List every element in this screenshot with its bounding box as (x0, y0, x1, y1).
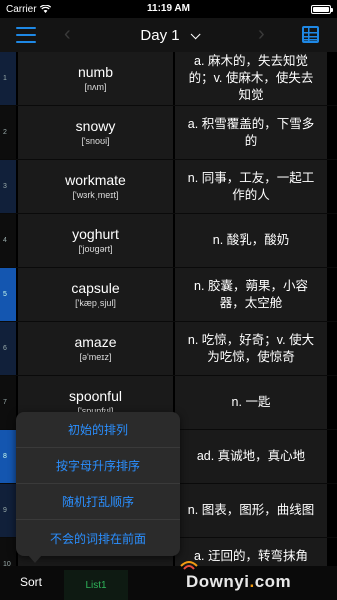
status-right (311, 4, 333, 14)
definition-cell[interactable]: a. 麻木的，失去知觉的；v. 使麻木，使失去知觉 (175, 52, 327, 105)
nav-title-label: Day 1 (140, 27, 180, 44)
status-time: 11:19 AM (147, 3, 190, 14)
phonetic-text: ['joʊgərt] (78, 244, 113, 254)
phonetic-text: ['wɜrkˌmeɪt] (72, 190, 119, 200)
word-cell[interactable]: numb [nʌm] (18, 52, 173, 105)
sort-alphabetical-option[interactable]: 按字母升序排序 (16, 448, 180, 484)
watermark-suffix: com (254, 572, 292, 591)
popup-pointer (28, 555, 42, 563)
battery-icon (311, 4, 333, 14)
status-bar: Carrier 11:19 AM (0, 0, 337, 18)
list-item[interactable]: 4 yoghurt ['joʊgərt] n. 酸乳，酸奶 (0, 214, 337, 268)
row-index: 7 (0, 376, 16, 429)
nav-bar: ‹ Day 1 › (0, 18, 337, 52)
sort-shuffle-option[interactable]: 随机打乱顺序 (16, 484, 180, 520)
word-text: yoghurt (72, 226, 119, 242)
next-day-icon[interactable]: › (258, 23, 265, 46)
word-text: snowy (75, 118, 116, 134)
watermark: Downyi.com (186, 572, 291, 592)
list-item[interactable]: 1 numb [nʌm] a. 麻木的，失去知觉的；v. 使麻木，使失去知觉 (0, 52, 337, 106)
table-view-icon[interactable] (302, 26, 319, 43)
word-cell[interactable]: snowy ['snoʊi] (18, 106, 173, 159)
day-selector[interactable]: Day 1 (0, 27, 337, 44)
phonetic-text: ['snoʊi] (81, 136, 110, 146)
watermark-brand: Downyi (186, 572, 250, 591)
list-item[interactable]: 5 capsule ['kæpˌsjul] n. 胶囊，蒴果，小容器，太空舱 (0, 268, 337, 322)
sort-original-order-option[interactable]: 初始的排列 (16, 412, 180, 448)
list-item[interactable]: 2 snowy ['snoʊi] a. 积雪覆盖的，下雪多的 (0, 106, 337, 160)
word-cell[interactable]: yoghurt ['joʊgərt] (18, 214, 173, 267)
watermark-logo-icon (180, 561, 198, 570)
row-index: 8 (0, 430, 16, 483)
word-text: capsule (71, 280, 120, 296)
definition-cell[interactable]: n. 同事，工友，一起工作的人 (175, 160, 327, 213)
sort-button[interactable]: Sort (20, 575, 42, 589)
phonetic-text: [ə'meɪz] (79, 352, 112, 362)
row-index: 2 (0, 106, 16, 159)
word-text: numb (77, 64, 114, 80)
definition-cell[interactable]: n. 胶囊，蒴果，小容器，太空舱 (175, 268, 327, 321)
word-cell[interactable]: amaze [ə'meɪz] (18, 322, 173, 375)
word-text: workmate (65, 172, 126, 188)
chevron-down-icon (190, 29, 201, 40)
row-index: 1 (0, 52, 16, 105)
phonetic-text: [nʌm] (84, 82, 107, 92)
word-text: amaze (74, 334, 117, 350)
sort-unknown-first-option[interactable]: 不会的词排在前面 (16, 520, 180, 556)
row-index: 3 (0, 160, 16, 213)
definition-cell[interactable]: n. 吃惊，好奇；v. 使大为吃惊，使惊奇 (175, 322, 327, 375)
phonetic-text: ['kæpˌsjul] (75, 298, 116, 308)
definition-cell[interactable]: n. 一匙 (175, 376, 327, 429)
row-index: 4 (0, 214, 16, 267)
word-text: spoonful (69, 388, 122, 404)
word-cell[interactable]: capsule ['kæpˌsjul] (18, 268, 173, 321)
definition-cell[interactable]: a. 积雪覆盖的，下雪多的 (175, 106, 327, 159)
list-item[interactable]: 6 amaze [ə'meɪz] n. 吃惊，好奇；v. 使大为吃惊，使惊奇 (0, 322, 337, 376)
row-index: 5 (0, 268, 16, 321)
sort-popup-menu: 初始的排列 按字母升序排序 随机打乱顺序 不会的词排在前面 (16, 412, 180, 556)
word-cell[interactable]: workmate ['wɜrkˌmeɪt] (18, 160, 173, 213)
definition-cell[interactable]: n. 酸乳，酸奶 (175, 214, 327, 267)
list-item[interactable]: 3 workmate ['wɜrkˌmeɪt] n. 同事，工友，一起工作的人 (0, 160, 337, 214)
row-index: 9 (0, 484, 16, 537)
definition-cell[interactable]: ad. 真诚地，真心地 (175, 430, 327, 483)
list-tab[interactable]: List1 (64, 570, 128, 600)
row-index: 6 (0, 322, 16, 375)
definition-cell[interactable]: n. 图表，图形，曲线图 (175, 484, 327, 537)
